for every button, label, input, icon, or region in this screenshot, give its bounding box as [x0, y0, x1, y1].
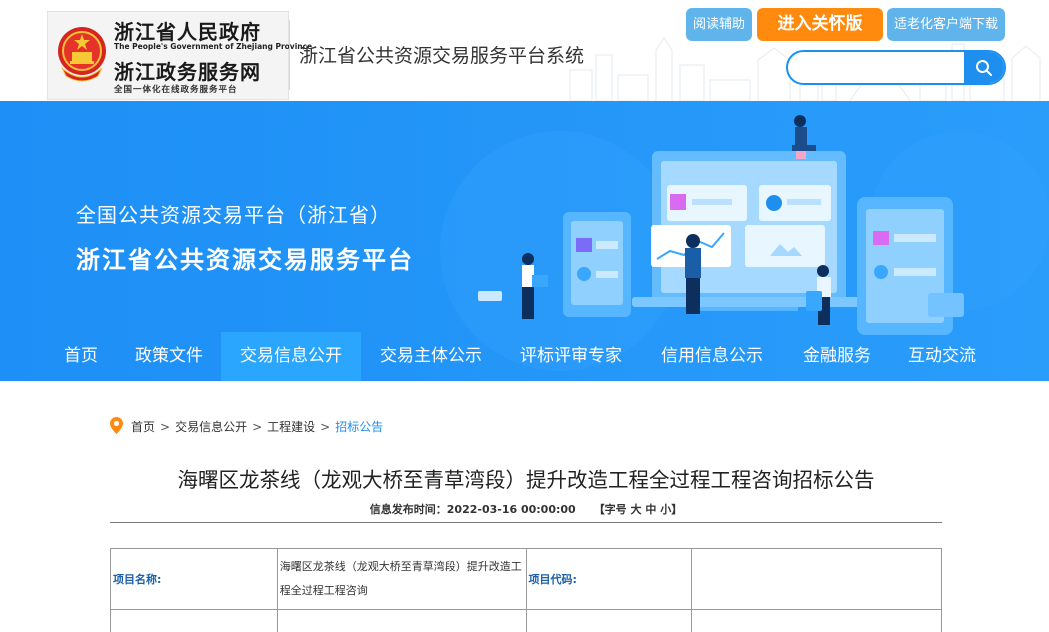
zhejiang-gov-logo[interactable]: 浙江省人民政府 The People's Government of Zheji… [47, 11, 312, 100]
header-divider [289, 20, 290, 90]
site-header: 浙江省人民政府 The People's Government of Zheji… [0, 0, 1049, 101]
gov-name-cn: 浙江省人民政府 [114, 20, 261, 44]
care-mode-button[interactable]: 进入关怀版 [757, 8, 883, 41]
nav-item-home[interactable]: 首页 [50, 332, 112, 381]
nav-item-credit[interactable]: 信用信息公示 [646, 332, 778, 381]
font-size-close: 】 [671, 503, 683, 516]
nav-item-trade-subjects[interactable]: 交易主体公示 [365, 332, 497, 381]
project-info-table: 项目名称: 海曙区龙茶线（龙观大桥至青草湾段）提升改造工程全过程工程咨询 项目代… [110, 548, 942, 632]
hero-banner: 全国公共资源交易平台（浙江省） 浙江省公共资源交易服务平台 首页 政策文件 交易… [0, 101, 1049, 381]
project-name-label: 项目名称: [110, 548, 278, 610]
font-size-large-button[interactable]: 大 [631, 503, 642, 516]
nav-item-policy[interactable]: 政策文件 [119, 332, 219, 381]
publish-time-label: 信息发布时间： [369, 503, 447, 516]
search-box [786, 50, 1006, 85]
article-title: 海曙区龙茶线（龙观大桥至青草湾段）提升改造工程全过程工程咨询招标公告 [177, 468, 875, 492]
search-input[interactable] [798, 52, 968, 83]
table-row [110, 609, 942, 632]
elderly-client-download-button[interactable]: 适老化客户端下载 [887, 8, 1005, 41]
search-button[interactable] [964, 52, 1004, 83]
breadcrumb-item-construction[interactable]: 工程建设 [267, 418, 315, 435]
table-cell [525, 609, 693, 632]
font-size-medium-button[interactable]: 中 [645, 503, 656, 516]
font-size-small-button[interactable]: 小 [660, 503, 671, 516]
publish-time: 2022-03-16 00:00:00 [446, 503, 576, 516]
service-tagline: 全国一体化在线政务服务平台 [114, 85, 238, 95]
nav-item-experts[interactable]: 评标评审专家 [505, 332, 637, 381]
site-title: 浙江省公共资源交易服务平台系统 [299, 45, 585, 67]
nav-item-interaction[interactable]: 互动交流 [894, 332, 990, 381]
breadcrumb-separator: > [252, 420, 263, 434]
breadcrumb-item-home[interactable]: 首页 [131, 418, 155, 435]
location-pin-icon [110, 417, 123, 434]
breadcrumb-separator: > [320, 420, 331, 434]
breadcrumb-item-trade-info[interactable]: 交易信息公开 [175, 418, 247, 435]
table-cell [691, 609, 942, 632]
project-code-value [691, 548, 942, 610]
nav-item-finance[interactable]: 金融服务 [789, 332, 885, 381]
table-cell [110, 609, 278, 632]
project-code-label: 项目代码: [525, 548, 693, 610]
reading-aid-button[interactable]: 阅读辅助 [686, 8, 752, 41]
table-cell [276, 609, 527, 632]
gov-name-en: The People's Government of Zhejiang Prov… [114, 42, 313, 51]
project-name-value: 海曙区龙茶线（龙观大桥至青草湾段）提升改造工程全过程工程咨询 [276, 548, 527, 610]
table-row: 项目名称: 海曙区龙茶线（龙观大桥至青草湾段）提升改造工程全过程工程咨询 项目代… [110, 548, 942, 610]
breadcrumb-item-tender-notice[interactable]: 招标公告 [335, 418, 383, 435]
article-meta: 信息发布时间：2022-03-16 00:00:00 【字号 大 中 小】 [110, 501, 942, 517]
banner-headline-1: 全国公共资源交易平台（浙江省） [76, 203, 391, 227]
main-nav: 首页 政策文件 交易信息公开 交易主体公示 评标评审专家 信用信息公示 金融服务… [0, 332, 1049, 381]
font-size-label: 【字号 [593, 503, 627, 516]
service-name-cn: 浙江政务服务网 [114, 60, 261, 84]
font-size-control: 【字号 大 中 小】 [594, 503, 683, 516]
nav-item-trade-info[interactable]: 交易信息公开 [221, 332, 361, 381]
banner-headline-2: 浙江省公共资源交易服务平台 [76, 246, 414, 274]
breadcrumb-separator: > [160, 420, 171, 434]
national-emblem-icon [58, 27, 106, 82]
search-icon [976, 60, 992, 76]
title-divider [110, 522, 942, 523]
